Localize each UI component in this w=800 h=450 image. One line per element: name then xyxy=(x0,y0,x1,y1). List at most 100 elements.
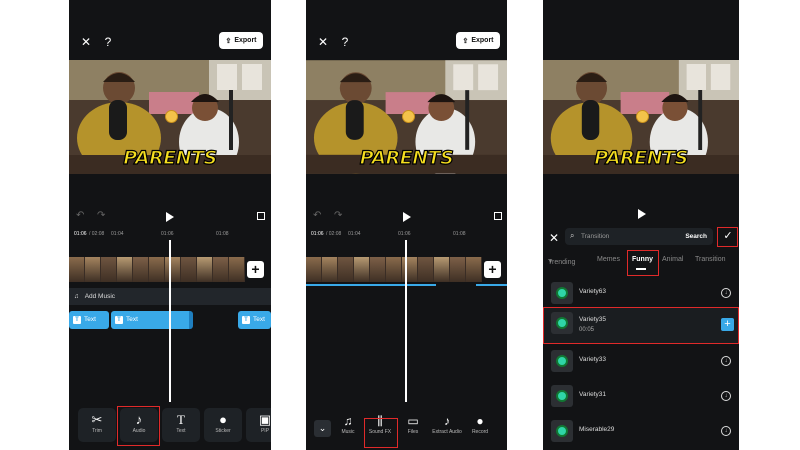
video-caption: PARENTS xyxy=(123,146,218,169)
music-note-icon: ♫ xyxy=(74,293,79,300)
upload-icon: ⇪ xyxy=(225,37,232,45)
list-item[interactable]: Miserable29 ↓ xyxy=(543,416,739,450)
video-thumbnail-frame xyxy=(370,257,386,282)
video-thumbnail-frame xyxy=(434,257,450,282)
undo-icon[interactable]: ↶ xyxy=(313,210,321,221)
redo-icon[interactable]: ↷ xyxy=(334,210,342,221)
highlight-box xyxy=(364,418,398,448)
bottom-toolbar: ✂ Trim ♪ Audio T Text ● Sticker ▣ PIP xyxy=(69,402,271,450)
video-thumbnail-frame xyxy=(418,257,434,282)
tool-extract-audio[interactable]: ♪ Extract Audio xyxy=(430,410,464,442)
text-clip[interactable]: T Text xyxy=(69,311,109,329)
export-button[interactable]: ⇪ Export xyxy=(456,32,500,49)
total-duration: / 02:08 xyxy=(326,231,342,237)
video-thumbnail-frame xyxy=(101,257,117,282)
download-icon[interactable]: ↓ xyxy=(721,288,731,298)
video-thumbnail-frame xyxy=(181,257,197,282)
close-icon[interactable]: ✕ xyxy=(78,34,94,50)
sound-fx-panel: PARENTS ✕ ⌕ Transition Search ✓ Trending… xyxy=(543,0,739,450)
tool-pip[interactable]: ▣ PIP xyxy=(246,408,271,442)
text-icon: T xyxy=(73,316,81,324)
sound-thumbnail-icon xyxy=(551,385,573,407)
tab-memes[interactable]: Memes xyxy=(597,256,620,263)
playhead[interactable] xyxy=(405,240,407,405)
help-icon[interactable]: ? xyxy=(337,34,353,50)
tool-label: Extract Audio xyxy=(432,429,462,435)
video-track[interactable] xyxy=(306,257,482,282)
tool-music[interactable]: ♫ Music xyxy=(334,410,362,442)
export-label: Export xyxy=(234,37,257,44)
sound-name: Variety63 xyxy=(579,288,606,295)
upload-icon: ⇪ xyxy=(462,37,469,45)
help-icon[interactable]: ? xyxy=(100,34,116,50)
playhead[interactable] xyxy=(169,240,171,405)
fullscreen-icon[interactable] xyxy=(257,212,265,220)
tool-sticker[interactable]: ● Sticker xyxy=(204,408,242,442)
fullscreen-icon[interactable] xyxy=(494,212,502,220)
tool-label: Files xyxy=(407,429,419,435)
emoji-sticker xyxy=(636,110,649,123)
export-button[interactable]: ⇪ Export xyxy=(219,32,263,49)
video-caption: PARENTS xyxy=(359,146,454,169)
music-icon: ♫ xyxy=(343,414,353,428)
time-ruler: 01:06 / 02:08 01:04 01:06 01:08 xyxy=(69,230,271,240)
tab-transition[interactable]: Transition xyxy=(695,256,725,263)
close-icon[interactable]: ✕ xyxy=(315,34,331,50)
video-thumbnail-frame xyxy=(165,257,181,282)
sticker-icon: ● xyxy=(219,412,227,427)
folder-icon: ▭ xyxy=(407,414,419,428)
text-clip-label: Text xyxy=(126,316,138,323)
video-thumbnail-frame xyxy=(149,257,165,282)
add-clip-button[interactable]: + xyxy=(247,261,264,278)
text-icon: T xyxy=(115,316,123,324)
video-thumbnail-frame xyxy=(69,257,85,282)
download-icon[interactable]: ↓ xyxy=(721,426,731,436)
tool-trim[interactable]: ✂ Trim xyxy=(78,408,116,442)
extract-audio-icon: ♪ xyxy=(444,414,450,428)
chevron-down-icon: ▼ xyxy=(548,259,553,265)
ruler-tick: 01:08 xyxy=(453,231,466,237)
export-label: Export xyxy=(471,37,494,44)
add-clip-button[interactable]: + xyxy=(484,261,501,278)
search-icon: ⌕ xyxy=(570,231,575,240)
tool-record[interactable]: ● Record xyxy=(466,410,494,442)
tab-animal[interactable]: Animal xyxy=(662,256,683,263)
video-thumbnail-frame xyxy=(229,257,245,282)
play-icon[interactable] xyxy=(403,212,411,222)
video-caption: PARENTS xyxy=(594,146,689,169)
list-item[interactable]: Variety33 ↓ xyxy=(543,346,739,382)
video-thumbnail-frame xyxy=(197,257,213,282)
text-clip[interactable]: T Text xyxy=(111,311,193,329)
video-thumbnail-frame xyxy=(386,257,402,282)
play-icon[interactable] xyxy=(638,209,646,219)
list-item[interactable]: Variety31 ↓ xyxy=(543,381,739,417)
video-track[interactable] xyxy=(69,257,245,282)
close-icon[interactable]: ✕ xyxy=(546,230,562,246)
video-thumbnail-frame xyxy=(450,257,466,282)
ruler-tick: 01:04 xyxy=(111,231,124,237)
highlight-box xyxy=(627,250,659,276)
video-thumbnail-frame xyxy=(322,257,338,282)
search-input[interactable]: ⌕ Transition Search xyxy=(565,228,713,245)
text-clip[interactable]: T Text xyxy=(238,311,271,329)
audio-waveform-line xyxy=(306,284,436,286)
download-icon[interactable]: ↓ xyxy=(721,391,731,401)
highlight-box xyxy=(117,406,160,446)
collapse-button[interactable]: ⌄ xyxy=(314,420,331,437)
tool-label: Text xyxy=(176,428,186,434)
top-bar: ✕ ? ⇪ Export xyxy=(69,0,271,60)
tool-files[interactable]: ▭ Files xyxy=(399,410,427,442)
download-icon[interactable]: ↓ xyxy=(721,356,731,366)
redo-icon[interactable]: ↷ xyxy=(97,210,105,221)
video-preview: PARENTS xyxy=(543,60,739,174)
undo-icon[interactable]: ↶ xyxy=(76,210,84,221)
tool-label: Sticker xyxy=(215,428,231,434)
tool-label: Record xyxy=(471,429,489,435)
bottom-toolbar: ⌄ ♫ Music ⫼ Sound FX ▭ Files ♪ Extract A… xyxy=(306,402,507,450)
tool-text[interactable]: T Text xyxy=(162,408,200,442)
editor-panel-audio-menu: ✕ ? ⇪ Export PARENTS ↶ ↷ 01:06 / 02:08 0… xyxy=(306,0,507,450)
play-icon[interactable] xyxy=(166,212,174,222)
sound-thumbnail-icon xyxy=(551,350,573,372)
sound-name: Variety33 xyxy=(579,356,606,363)
search-button[interactable]: Search xyxy=(685,233,707,240)
